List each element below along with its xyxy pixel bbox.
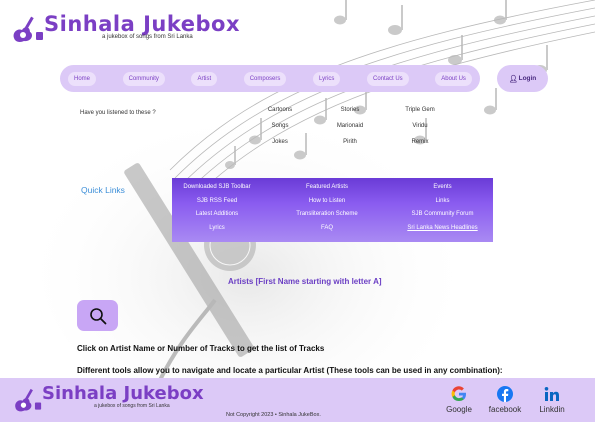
- google-label: Google: [446, 405, 472, 414]
- nav-artist[interactable]: Artist: [191, 71, 218, 86]
- login-button[interactable]: 👤︎ Login: [497, 65, 548, 92]
- logo-title: Sinhala Jukebox: [44, 12, 240, 36]
- login-label: Login: [518, 75, 537, 82]
- instruction-text: Click on Artist Name or Number of Tracks…: [77, 344, 325, 353]
- nav-contact-us[interactable]: Contact Us: [366, 71, 409, 86]
- google-link[interactable]: Google: [434, 386, 484, 414]
- guitar-logo-icon: [13, 16, 43, 42]
- ql-rss-feed[interactable]: SJB RSS Feed: [172, 198, 262, 206]
- ql-links[interactable]: Links: [392, 198, 493, 206]
- nav-about-us[interactable]: About Us: [435, 71, 472, 86]
- link-marionaid[interactable]: Marionaid: [315, 123, 385, 130]
- ql-downloaded-toolbar[interactable]: Downloaded SJB Toolbar: [172, 184, 262, 192]
- ql-how-to-listen[interactable]: How to Listen: [262, 198, 392, 206]
- linkedin-label: Linkdin: [539, 405, 565, 414]
- footer-logo-title: Sinhala Jukebox: [42, 383, 204, 404]
- user-icon: 👤︎: [508, 75, 518, 83]
- copyright-text: Not Copyright 2023 • Sinhala JukeBox.: [226, 412, 321, 418]
- google-icon: [451, 386, 466, 402]
- search-icon: [89, 307, 106, 324]
- facebook-link[interactable]: facebook: [480, 386, 530, 414]
- link-stories[interactable]: Stories: [315, 107, 385, 114]
- ql-latest-additions[interactable]: Latest Additions: [172, 211, 262, 219]
- quick-links-label: Quick Links: [81, 185, 125, 195]
- quick-links-grid: Downloaded SJB Toolbar Featured Artists …: [172, 184, 493, 232]
- nav-home[interactable]: Home: [68, 71, 97, 86]
- ql-faq[interactable]: FAQ: [262, 225, 392, 233]
- ql-featured-artists[interactable]: Featured Artists: [262, 184, 392, 192]
- listened-question: Have you listened to these ?: [80, 110, 156, 116]
- listened-links: Cartoons Stories Triple Gem Songs Marion…: [245, 107, 455, 146]
- page-title: Artists [First Name starting with letter…: [228, 277, 382, 286]
- nav-lyrics[interactable]: Lyrics: [312, 71, 341, 86]
- ql-lyrics[interactable]: Lyrics: [172, 225, 262, 233]
- facebook-icon: [497, 386, 513, 402]
- ql-transliteration[interactable]: Transliteration Scheme: [262, 211, 392, 219]
- ql-community-forum[interactable]: SJB Community Forum: [392, 211, 493, 219]
- nav-community[interactable]: Community: [122, 71, 165, 86]
- linkedin-link[interactable]: Linkdin: [527, 386, 577, 414]
- link-jokes[interactable]: Jokes: [245, 139, 315, 146]
- main-nav: Home Community Artist Composers Lyrics C…: [60, 65, 480, 92]
- link-songs[interactable]: Songs: [245, 123, 315, 130]
- footer-logo[interactable]: Sinhala Jukebox a jukebox of songs from …: [12, 384, 204, 414]
- nav-composers[interactable]: Composers: [243, 71, 287, 86]
- link-cartoons[interactable]: Cartoons: [245, 107, 315, 114]
- link-viridu[interactable]: Viridu: [385, 123, 455, 130]
- link-triple-gem[interactable]: Triple Gem: [385, 107, 455, 114]
- linkedin-icon: [544, 387, 559, 401]
- link-remix[interactable]: Remix: [385, 139, 455, 146]
- ql-events[interactable]: Events: [392, 184, 493, 192]
- search-button[interactable]: [77, 300, 118, 331]
- guitar-logo-icon: [15, 388, 42, 412]
- facebook-label: facebook: [488, 405, 522, 414]
- link-pirith[interactable]: Pirith: [315, 139, 385, 146]
- site-logo[interactable]: Sinhala Jukebox a jukebox of songs from …: [10, 12, 240, 44]
- ql-news-headlines[interactable]: Sri Lanka News Headlines: [392, 225, 493, 233]
- tools-instruction-text: Different tools allow you to navigate an…: [77, 366, 503, 375]
